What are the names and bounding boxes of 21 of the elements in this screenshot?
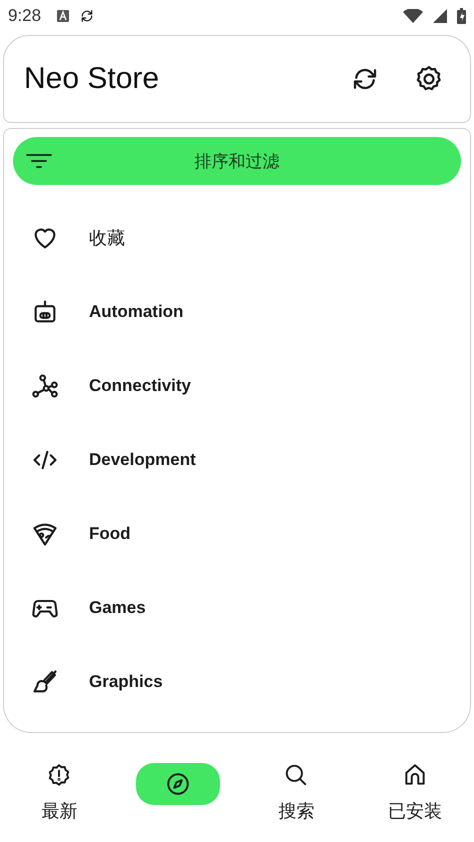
category-item[interactable]: Games xyxy=(13,571,461,645)
network-icon xyxy=(31,372,59,400)
sync-icon xyxy=(79,8,96,24)
app-title: Neo Store xyxy=(24,62,160,96)
category-item[interactable]: Connectivity xyxy=(13,349,461,423)
clock: 9:28 xyxy=(8,6,42,26)
category-item[interactable]: Food xyxy=(13,497,461,571)
category-item[interactable]: Development xyxy=(13,423,461,497)
battery-icon xyxy=(457,8,466,24)
category-item[interactable]: 收藏 xyxy=(13,201,461,275)
wifi-icon xyxy=(403,9,423,23)
category-item[interactable]: Graphics xyxy=(13,645,461,719)
nav-tab[interactable]: 搜索 xyxy=(237,753,356,823)
compass-icon xyxy=(164,771,191,797)
nav-tab[interactable]: 最新 xyxy=(0,753,118,823)
sort-filter-button[interactable]: 排序和过滤 xyxy=(13,137,461,185)
keyboard-icon xyxy=(57,10,70,22)
category-item[interactable]: Automation xyxy=(13,275,461,349)
filter-icon xyxy=(25,151,53,171)
nav-tab[interactable]: 已安装 xyxy=(356,753,474,823)
signal-icon xyxy=(433,9,447,23)
